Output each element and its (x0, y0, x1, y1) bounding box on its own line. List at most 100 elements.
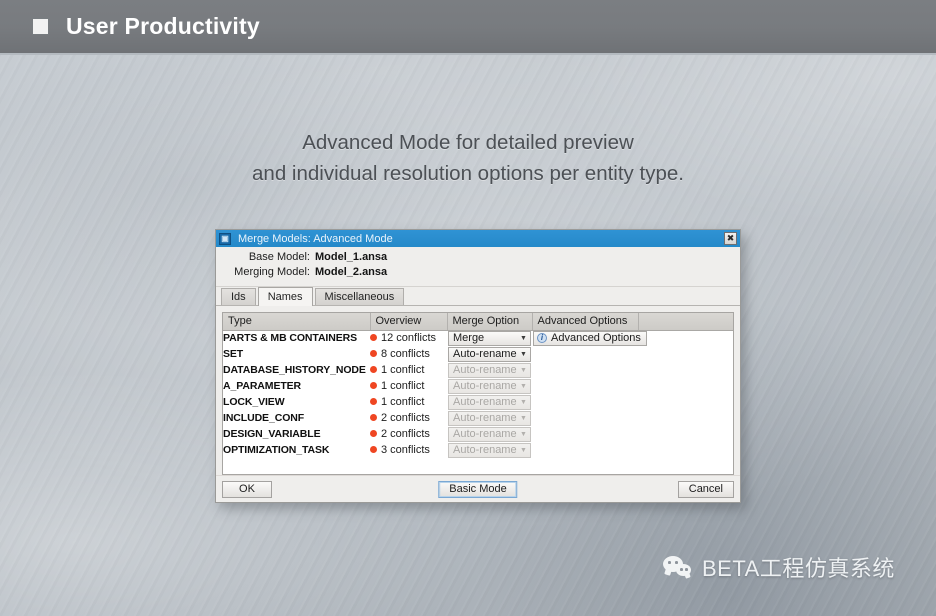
dialog-titlebar[interactable]: ▣ Merge Models: Advanced Mode ✖ (216, 230, 740, 247)
column-header-filler (638, 313, 733, 331)
merge-option-value: Auto-rename (453, 412, 517, 424)
chevron-down-icon: ▼ (520, 334, 527, 342)
dialog-title: Merge Models: Advanced Mode (238, 232, 393, 245)
model-info-panel: Base Model: Model_1.ansa Merging Model: … (216, 247, 740, 287)
merge-models-dialog: ▣ Merge Models: Advanced Mode ✖ Base Mod… (215, 229, 741, 503)
cell-type: OPTIMIZATION_TASK (223, 442, 370, 458)
merge-option-select: Auto-rename ▼ (448, 410, 531, 426)
cell-overview: 8 conflicts (370, 346, 447, 362)
merge-option-select[interactable]: Merge ▼ (448, 330, 531, 346)
cell-overview: 1 conflict (370, 394, 447, 410)
cell-filler (638, 346, 733, 362)
merge-option-select: Auto-rename ▼ (448, 394, 531, 410)
merge-option-select[interactable]: Auto-rename ▼ (448, 346, 531, 362)
conflict-table: Type Overview Merge Option Advanced Opti… (223, 313, 733, 458)
table-row[interactable]: A_PARAMETER 1 conflict Auto-rename ▼ (223, 378, 733, 394)
column-header-merge-option[interactable]: Merge Option (447, 313, 533, 331)
chevron-down-icon: ▼ (520, 414, 527, 422)
cell-type: A_PARAMETER (223, 378, 370, 394)
base-model-value: Model_1.ansa (315, 251, 388, 263)
merge-option-value: Auto-rename (453, 380, 517, 392)
basic-mode-button[interactable]: Basic Mode (438, 480, 518, 498)
cell-type: INCLUDE_CONF (223, 410, 370, 426)
table-row[interactable]: LOCK_VIEW 1 conflict Auto-rename ▼ (223, 394, 733, 410)
cell-type: SET (223, 346, 370, 362)
conflict-dot-icon (370, 349, 377, 357)
conflict-dot-icon (370, 365, 377, 373)
table-row[interactable]: OPTIMIZATION_TASK 3 conflicts Auto-rename ▼ (223, 442, 733, 458)
ok-button[interactable]: OK (222, 480, 272, 498)
caption-line-1: Advanced Mode for detailed preview (302, 131, 634, 154)
close-icon[interactable]: ✖ (724, 232, 737, 245)
merging-model-row: Merging Model: Model_2.ansa (216, 266, 740, 281)
page-title: User Productivity (66, 13, 260, 39)
conflict-count-label: 12 conflicts (381, 332, 437, 345)
table-row[interactable]: INCLUDE_CONF 2 conflicts Auto-rename ▼ (223, 410, 733, 426)
chevron-down-icon: ▼ (520, 366, 527, 374)
advanced-options-label: Advanced Options (551, 332, 641, 345)
merge-option-value: Auto-rename (453, 396, 517, 408)
cell-advanced-options (532, 378, 638, 394)
cell-advanced-options (532, 442, 638, 458)
dialog-tabs: Ids Names Miscellaneous (216, 287, 740, 306)
wechat-logo-icon (663, 556, 693, 578)
cell-advanced-options (532, 362, 638, 378)
table-row[interactable]: DESIGN_VARIABLE 2 conflicts Auto-rename ▼ (223, 426, 733, 442)
cell-advanced-options (532, 426, 638, 442)
column-header-advanced-options[interactable]: Advanced Options (532, 313, 639, 331)
column-header-overview[interactable]: Overview (370, 313, 448, 331)
conflict-count-label: 8 conflicts (381, 348, 430, 361)
chevron-down-icon: ▼ (520, 350, 527, 358)
cell-overview: 1 conflict (370, 362, 447, 378)
cell-filler (638, 442, 733, 458)
conflict-count-label: 1 conflict (381, 380, 425, 393)
tab-ids[interactable]: Ids (221, 288, 256, 305)
cell-type: LOCK_VIEW (223, 394, 370, 410)
column-header-type[interactable]: Type (223, 313, 371, 331)
chevron-down-icon: ▼ (520, 446, 527, 454)
cell-overview: 2 conflicts (370, 426, 447, 442)
caption-line-2: and individual resolution options per en… (252, 162, 684, 185)
cell-filler (638, 330, 733, 346)
table-row[interactable]: SET 8 conflicts Auto-rename ▼ (223, 346, 733, 362)
cell-filler (638, 394, 733, 410)
table-row[interactable]: PARTS & MB CONTAINERS 12 conflicts Merge ▼ i… (223, 330, 733, 346)
tab-miscellaneous[interactable]: Miscellaneous (314, 288, 405, 305)
conflict-dot-icon (370, 413, 377, 421)
cell-overview: 12 conflicts (370, 330, 447, 346)
cell-filler (638, 426, 733, 442)
merging-model-value: Model_2.ansa (315, 266, 388, 278)
watermark: BETA工程仿真系统 (663, 551, 895, 583)
merge-option-select: Auto-rename ▼ (448, 378, 531, 394)
tab-names[interactable]: Names (257, 287, 313, 306)
conflict-count-label: 2 conflicts (381, 428, 430, 441)
slide-caption: Advanced Mode for detailed preview and i… (0, 127, 936, 189)
merge-option-value: Auto-rename (453, 428, 517, 440)
chevron-down-icon: ▼ (520, 382, 527, 390)
watermark-text: BETA工程仿真系统 (702, 556, 895, 581)
conflict-dot-icon (370, 333, 377, 341)
merge-option-value: Auto-rename (453, 364, 517, 376)
cell-overview: 2 conflicts (370, 410, 447, 426)
conflict-count-label: 1 conflict (381, 364, 425, 377)
cancel-button[interactable]: Cancel (677, 480, 734, 498)
cell-merge-option: Auto-rename ▼ (447, 346, 532, 362)
cell-type: PARTS & MB CONTAINERS (223, 330, 370, 346)
merge-option-value: Merge (453, 332, 485, 345)
chevron-down-icon: ▼ (520, 398, 527, 406)
cell-advanced-options: i Advanced Options (532, 330, 647, 346)
table-row[interactable]: DATABASE_HISTORY_NODE 1 conflict Auto-rena… (223, 362, 733, 378)
merge-option-select: Auto-rename ▼ (448, 442, 531, 458)
slide-header: User Productivity (0, 0, 936, 55)
cell-filler (638, 410, 733, 426)
conflict-table-wrapper: Type Overview Merge Option Advanced Opti… (222, 312, 734, 475)
advanced-options-button[interactable]: i Advanced Options (533, 330, 647, 346)
conflict-count-label: 3 conflicts (381, 444, 430, 457)
merge-option-select: Auto-rename ▼ (448, 362, 531, 378)
merge-option-value: Auto-rename (453, 444, 517, 456)
cell-merge-option: Auto-rename ▼ (447, 410, 532, 426)
table-header-row: Type Overview Merge Option Advanced Opti… (223, 313, 733, 331)
conflict-dot-icon (370, 381, 377, 389)
square-bullet-icon (33, 19, 48, 34)
conflict-count-label: 1 conflict (381, 396, 425, 409)
